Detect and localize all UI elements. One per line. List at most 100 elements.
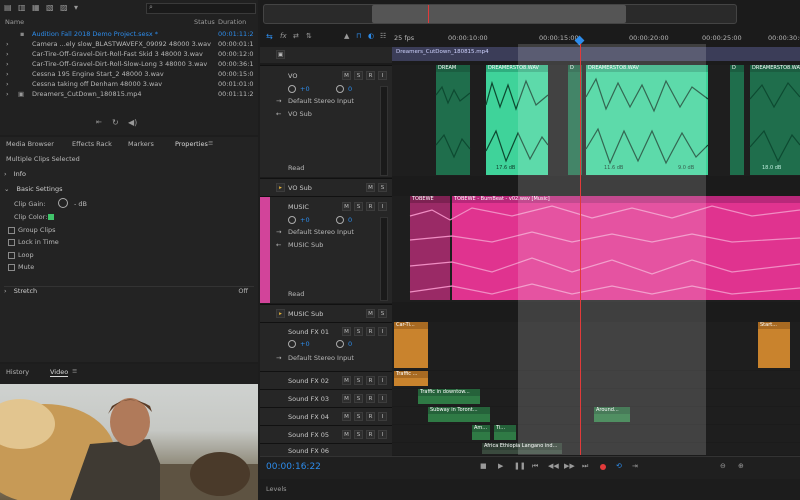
sfx02-track-name[interactable]: Sound FX 02: [288, 377, 329, 385]
vo-pan-value[interactable]: 0: [348, 85, 352, 93]
sfx03-record-button[interactable]: R: [366, 394, 375, 403]
expand-arrow-icon[interactable]: ›: [6, 69, 9, 79]
fast-forward-icon[interactable]: ▶▶: [564, 462, 575, 470]
clip-color-swatch[interactable]: [48, 214, 54, 220]
group-clips-checkbox[interactable]: [8, 227, 15, 234]
metronome-icon[interactable]: ▲: [344, 32, 349, 40]
vo-volume-value[interactable]: +0: [300, 85, 310, 93]
loop-playback-icon[interactable]: ⟲: [616, 462, 622, 470]
import-icon[interactable]: ▥: [18, 3, 26, 12]
loop-row[interactable]: Loop: [8, 251, 158, 261]
music-mute-button[interactable]: M: [342, 202, 351, 211]
expand-arrow-icon[interactable]: ›: [6, 79, 9, 89]
sfx04-record-button[interactable]: R: [366, 412, 375, 421]
zoom-out-icon[interactable]: ⊖: [720, 462, 726, 470]
music-record-button[interactable]: R: [366, 202, 375, 211]
file-row[interactable]: › ▣ Dreamers_CutDown_180815.mp4 00:01:11…: [0, 89, 258, 99]
sfx04-track-name[interactable]: Sound FX 04: [288, 413, 329, 421]
sfx01-solo-button[interactable]: S: [354, 327, 363, 336]
video-clip[interactable]: Dreamers_CutDown_180815.mp4: [392, 47, 800, 61]
vo-mode-select[interactable]: Read: [288, 164, 304, 172]
vo-pan-knob-icon[interactable]: [336, 85, 344, 93]
music-solo-button[interactable]: S: [354, 202, 363, 211]
refresh-icon[interactable]: ↻: [112, 118, 119, 127]
vo-volume-knob-icon[interactable]: [288, 85, 296, 93]
lock-in-time-checkbox[interactable]: [8, 239, 15, 246]
sfx01-volume-knob-icon[interactable]: [288, 340, 296, 348]
mute-checkbox[interactable]: [8, 264, 15, 271]
new-file-icon[interactable]: ▦: [32, 3, 40, 12]
music-sub-solo-button[interactable]: S: [378, 309, 387, 318]
file-row[interactable]: › Car-Tire-Off-Gravel-Dirt-Roll-Slow-Lon…: [0, 59, 258, 69]
music-sub-bus-icon[interactable]: ▸: [276, 309, 285, 318]
sfx01-pan-knob-icon[interactable]: [336, 340, 344, 348]
overview-viewport[interactable]: [372, 5, 626, 23]
expand-arrow-icon[interactable]: ›: [6, 89, 9, 99]
expand-arrow-icon[interactable]: ›: [6, 59, 9, 69]
timeline-overview[interactable]: [263, 4, 737, 24]
current-time-display[interactable]: 00:00:16:22: [266, 462, 321, 472]
sfx01-record-button[interactable]: R: [366, 327, 375, 336]
sfx02-input-monitor-button[interactable]: I: [378, 376, 387, 385]
music-output-select[interactable]: MUSIC Sub: [288, 241, 323, 249]
loop-icon[interactable]: ⇤: [96, 118, 102, 126]
file-row[interactable]: ▪ Audition Fall 2018 Demo Project.sesx *…: [0, 29, 258, 39]
speaker-icon[interactable]: ◀): [128, 118, 137, 127]
tab-history[interactable]: History: [6, 368, 29, 376]
track-view-icon[interactable]: ☷: [380, 32, 386, 40]
vo-track-name[interactable]: VO: [288, 72, 297, 80]
time-ruler[interactable]: 00:00:10:00 00:00:15:00 00:00:20:00 00:0…: [392, 32, 800, 46]
sfx01-mute-button[interactable]: M: [342, 327, 351, 336]
music-sub-track-name[interactable]: MUSIC Sub: [288, 310, 323, 318]
sfx04-clip[interactable]: Around...: [594, 407, 630, 422]
sfx01-clip[interactable]: Car-Ti...: [394, 322, 428, 368]
sfx03-input-monitor-button[interactable]: I: [378, 394, 387, 403]
basic-settings-section[interactable]: ⌄ Basic Settings: [4, 185, 254, 195]
sfx04-solo-button[interactable]: S: [354, 412, 363, 421]
vo-mute-button[interactable]: M: [342, 71, 351, 80]
sfx05-clip[interactable]: Ti...: [494, 425, 516, 440]
music-pan-knob-icon[interactable]: [336, 216, 344, 224]
sfx04-mute-button[interactable]: M: [342, 412, 351, 421]
sfx02-solo-button[interactable]: S: [354, 376, 363, 385]
stop-icon[interactable]: ■: [480, 462, 487, 470]
levels-label[interactable]: Levels: [266, 485, 287, 493]
rewind-icon[interactable]: ◀◀: [548, 462, 559, 470]
sfx06-clip[interactable]: Africa Ethiopia Langano ind...: [482, 443, 562, 454]
sfx01-pan-value[interactable]: 0: [348, 340, 352, 348]
vo-output-select[interactable]: VO Sub: [288, 110, 312, 118]
open-file-icon[interactable]: ▧: [46, 3, 54, 12]
tab-media-browser[interactable]: Media Browser: [6, 140, 54, 148]
music-pan-value[interactable]: 0: [348, 216, 352, 224]
loop-checkbox[interactable]: [8, 252, 15, 259]
col-status[interactable]: Status: [194, 17, 215, 27]
video-track-icon[interactable]: ▣: [276, 50, 285, 59]
close-file-icon[interactable]: ▨: [60, 3, 68, 12]
vo-input-monitor-button[interactable]: I: [378, 71, 387, 80]
tab-markers[interactable]: Markers: [128, 140, 154, 148]
vo-sub-track-name[interactable]: VO Sub: [288, 184, 312, 192]
sfx01-track-name[interactable]: Sound FX 01: [288, 328, 329, 336]
music-input-monitor-button[interactable]: I: [378, 202, 387, 211]
sfx02-record-button[interactable]: R: [366, 376, 375, 385]
sfx05-track-name[interactable]: Sound FX 05: [288, 431, 329, 439]
vo-sub-mute-button[interactable]: M: [366, 183, 375, 192]
tab-menu-icon[interactable]: ≡: [72, 367, 77, 375]
music-volume-value[interactable]: +0: [300, 216, 310, 224]
stretch-section[interactable]: › Stretch Off: [4, 286, 254, 297]
tab-effects-rack[interactable]: Effects Rack: [72, 140, 112, 148]
sends-icon[interactable]: ⇄: [293, 32, 299, 40]
eq-icon[interactable]: ⇅: [306, 32, 312, 40]
vo-input-select[interactable]: Default Stereo Input: [288, 97, 354, 105]
vo-solo-button[interactable]: S: [354, 71, 363, 80]
sfx01-input-select[interactable]: Default Stereo Input: [288, 354, 354, 362]
pause-icon[interactable]: ❚❚: [514, 462, 526, 470]
mute-row[interactable]: Mute: [8, 263, 158, 273]
vo-sub-solo-button[interactable]: S: [378, 183, 387, 192]
sfx04-input-monitor-button[interactable]: I: [378, 412, 387, 421]
play-icon[interactable]: ▶: [498, 462, 503, 470]
skip-clips-icon[interactable]: ⇥: [632, 462, 638, 470]
files-menu-icon[interactable]: ▾: [74, 3, 78, 12]
file-row[interactable]: › Cessna taking off Denham 48000 3.wav 0…: [0, 79, 258, 89]
music-input-select[interactable]: Default Stereo Input: [288, 228, 354, 236]
